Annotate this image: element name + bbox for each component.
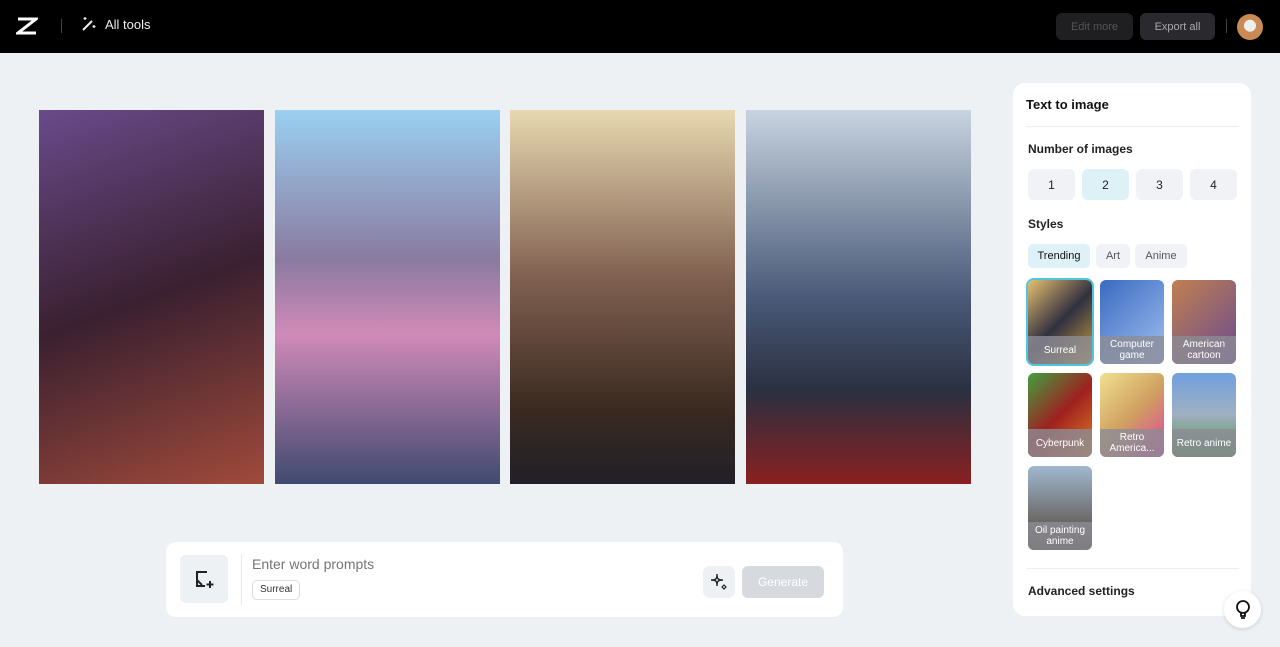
all-tools-label: All tools	[105, 16, 151, 32]
generate-button[interactable]: Generate	[742, 566, 824, 598]
style-label: Oil painting anime	[1028, 522, 1092, 550]
magic-wand-icon	[82, 17, 96, 31]
divider	[1026, 126, 1239, 127]
edit-more-button[interactable]: Edit more	[1056, 13, 1133, 40]
prompt-bar: Surreal Generate	[166, 542, 843, 617]
divider	[1026, 568, 1239, 569]
number-option-2[interactable]: 2	[1082, 169, 1129, 200]
styles-label: Styles	[1028, 217, 1064, 231]
style-label: American cartoon	[1172, 336, 1236, 364]
style-tab-trending[interactable]: Trending	[1028, 244, 1090, 268]
enhance-prompt-button[interactable]	[703, 566, 735, 598]
generated-image[interactable]	[39, 110, 264, 484]
number-option-4[interactable]: 4	[1190, 169, 1237, 200]
style-label: Surreal	[1028, 336, 1092, 364]
generated-image[interactable]	[510, 110, 735, 484]
number-option-1[interactable]: 1	[1028, 169, 1075, 200]
tips-button[interactable]	[1224, 591, 1261, 628]
all-tools-button[interactable]: All tools	[81, 16, 151, 32]
image-add-icon	[196, 571, 214, 588]
text-to-image-panel: Text to image Number of images 1234 Styl…	[1013, 83, 1251, 616]
prompt-input[interactable]	[252, 556, 672, 572]
style-card[interactable]: Cyberpunk	[1028, 373, 1092, 457]
style-card[interactable]: Oil painting anime	[1028, 466, 1092, 550]
style-label: Retro America...	[1100, 429, 1164, 457]
advanced-settings-toggle[interactable]: Advanced settings	[1028, 584, 1135, 598]
generated-image[interactable]	[274, 110, 500, 484]
style-label: Cyberpunk	[1028, 429, 1092, 457]
divider	[1226, 19, 1227, 33]
sparkle-icon	[710, 573, 727, 590]
panel-title: Text to image	[1026, 97, 1109, 112]
style-card[interactable]: Computer game	[1100, 280, 1164, 364]
style-tab-anime[interactable]: Anime	[1135, 244, 1187, 268]
style-tag[interactable]: Surreal	[252, 580, 301, 600]
number-option-3[interactable]: 3	[1136, 169, 1183, 200]
style-card[interactable]: Surreal	[1026, 278, 1094, 366]
generated-image[interactable]	[745, 110, 971, 484]
export-all-button[interactable]: Export all	[1140, 13, 1215, 40]
style-card[interactable]: American cartoon	[1172, 280, 1236, 364]
add-image-button[interactable]	[180, 555, 228, 603]
style-label: Retro anime	[1172, 429, 1236, 457]
style-card[interactable]: Retro anime	[1172, 373, 1236, 457]
top-bar: All tools Edit more Export all	[0, 0, 1280, 53]
style-card[interactable]: Retro America...	[1100, 373, 1164, 457]
capcut-logo[interactable]	[16, 17, 38, 35]
lightbulb-icon	[1235, 599, 1250, 619]
style-tab-art[interactable]: Art	[1096, 244, 1130, 268]
divider	[61, 19, 62, 33]
divider	[241, 554, 242, 605]
avatar[interactable]	[1237, 14, 1263, 40]
number-of-images-label: Number of images	[1028, 142, 1133, 156]
style-label: Computer game	[1100, 336, 1164, 364]
